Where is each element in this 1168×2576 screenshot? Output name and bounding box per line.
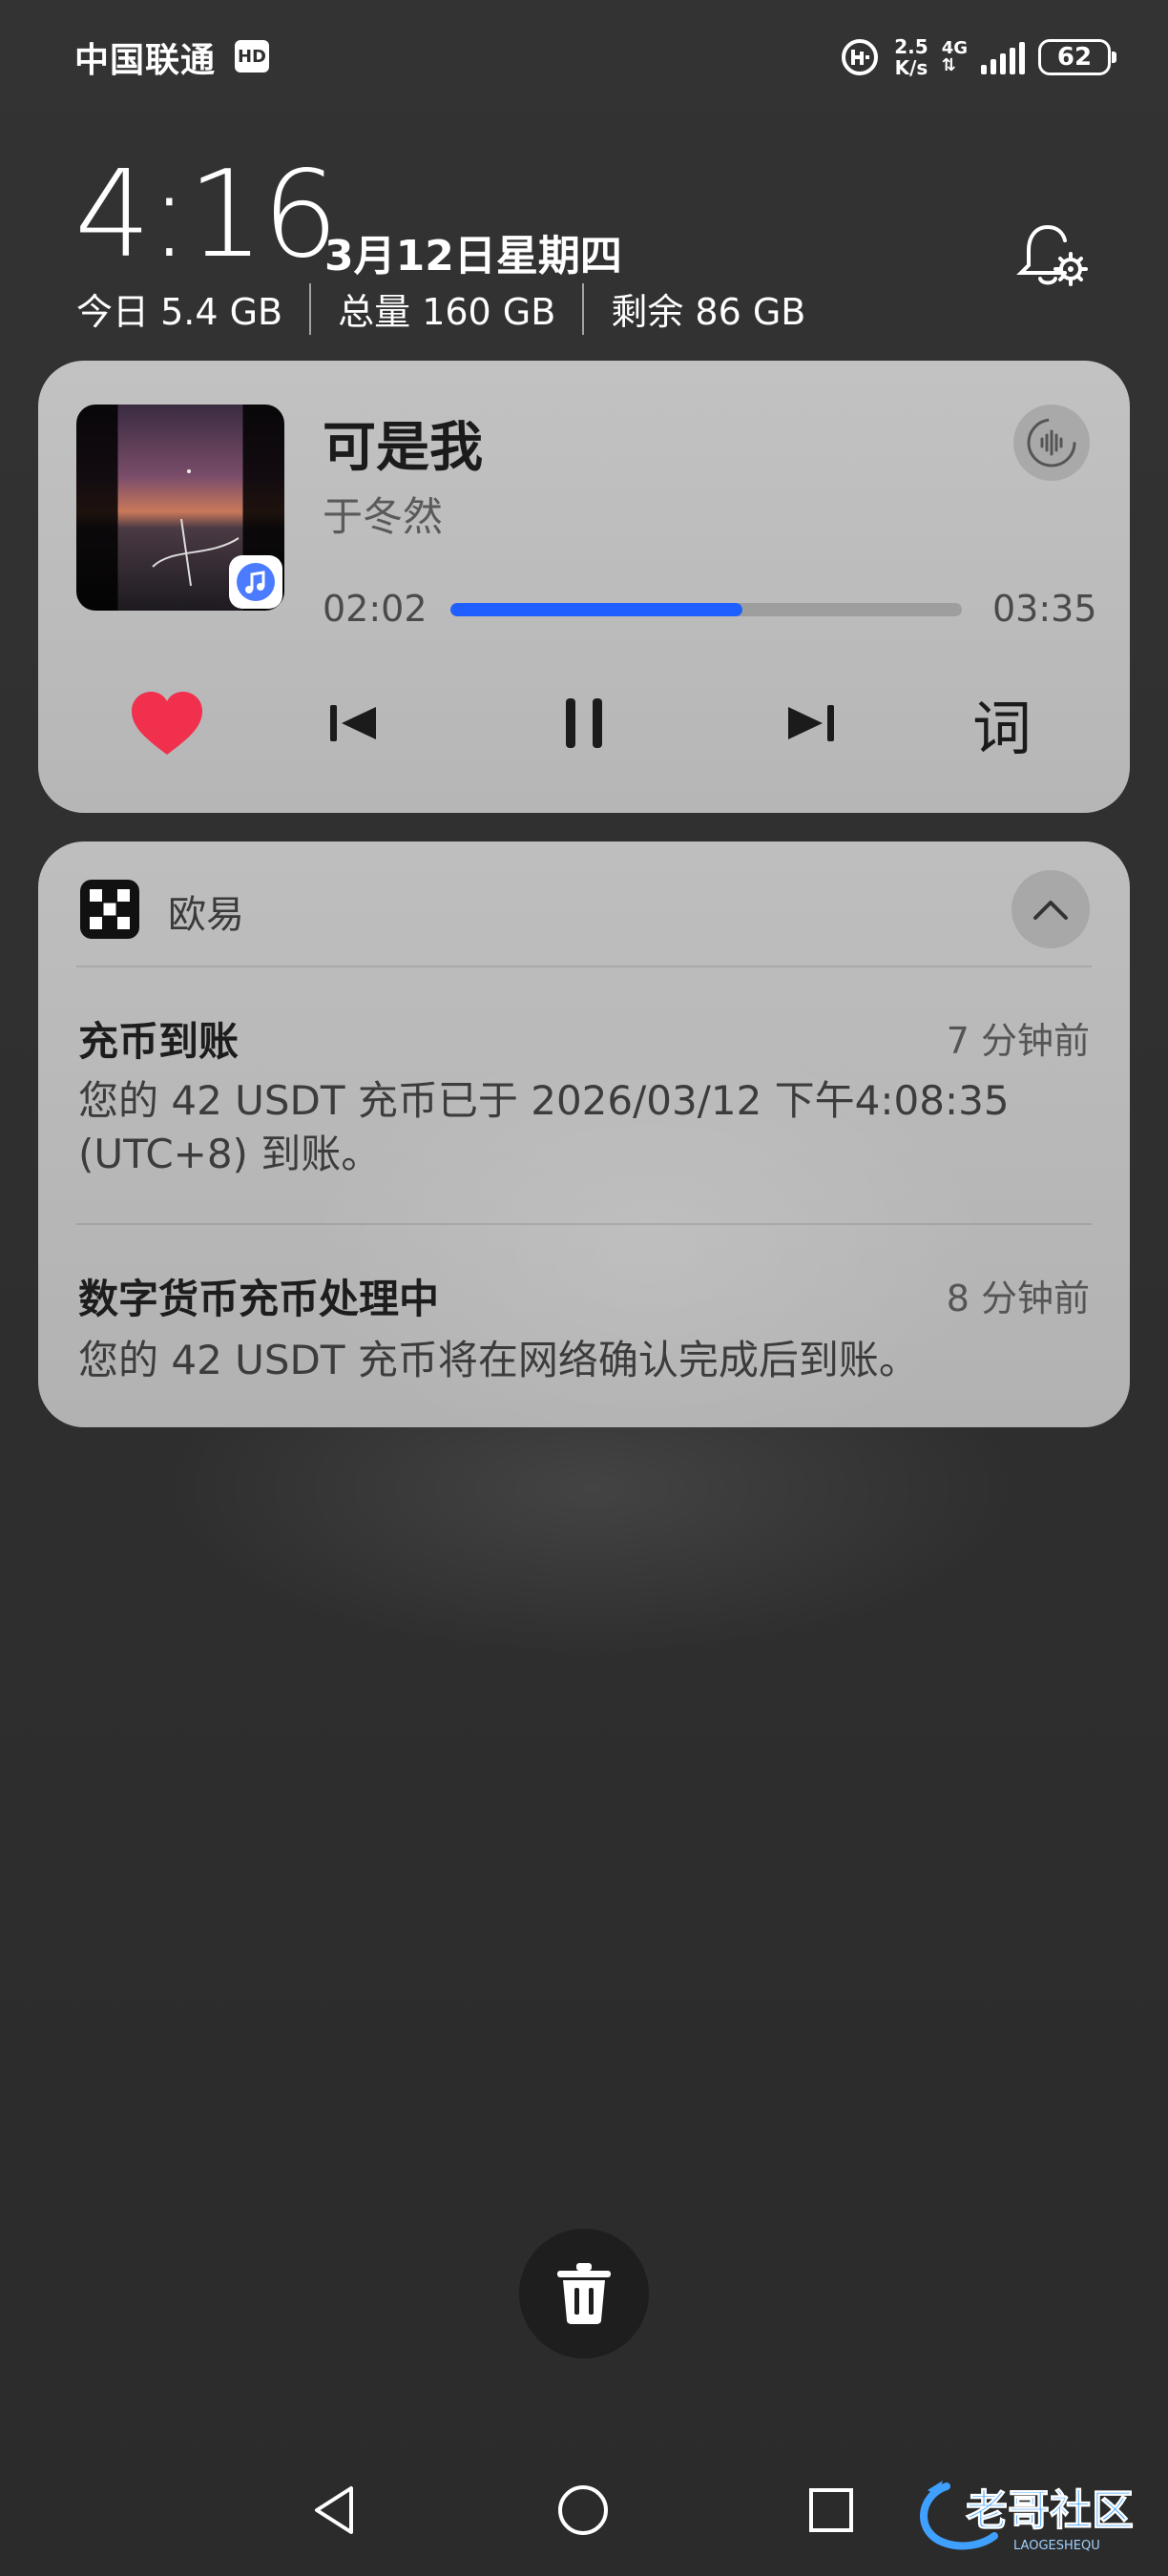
hd-badge: HD: [235, 40, 269, 73]
clock: 4:16: [74, 144, 339, 284]
notification-time: 7 分钟前: [946, 1020, 1090, 1062]
battery-icon: 62: [1038, 39, 1116, 75]
network-type: 4G ⇅: [942, 40, 968, 74]
skip-next-icon: [788, 705, 834, 741]
date: 3月12日星期四: [324, 232, 622, 280]
total-usage: 总量 160 GB: [338, 291, 556, 333]
progress-fill: [450, 603, 742, 616]
next-button[interactable]: [773, 685, 849, 761]
data-arrows-icon: ⇅: [941, 55, 956, 75]
back-nav-button[interactable]: [303, 2477, 370, 2544]
notification-settings-icon[interactable]: [1012, 216, 1092, 296]
watermark-text: 老哥社区: [966, 2486, 1134, 2535]
skip-previous-icon: [330, 705, 376, 741]
audio-wave-icon: [1027, 418, 1076, 467]
heart-icon: [132, 692, 202, 755]
pause-button[interactable]: [544, 685, 624, 761]
carrier-name: 中国联通: [74, 41, 217, 80]
song-artist: 于冬然: [323, 493, 444, 540]
notification-body[interactable]: 您的 42 USDT 充币已于 2026/03/12 下午4:08:35 (UT…: [78, 1074, 1090, 1181]
battery-level: 62: [1056, 43, 1093, 72]
today-usage: 今日 5.4 GB: [76, 291, 283, 333]
home-nav-button[interactable]: [550, 2477, 616, 2544]
notification-title[interactable]: 充币到账: [78, 1009, 239, 1068]
favorite-button[interactable]: [124, 685, 210, 761]
notification-title[interactable]: 数字货币充币处理中: [78, 1267, 439, 1325]
song-title: 可是我: [323, 417, 483, 479]
remaining-usage: 剩余 86 GB: [611, 291, 806, 333]
audio-output-button[interactable]: [1013, 405, 1090, 481]
data-saver-icon: [842, 39, 879, 75]
watermark-logo: 老哥社区 LAOGESHEQU: [908, 2467, 1157, 2559]
collapse-button[interactable]: [1012, 870, 1090, 948]
playback-progress[interactable]: [450, 603, 962, 616]
network-speed: 2.5 K/s: [894, 36, 928, 78]
music-app-icon: [229, 555, 282, 609]
watermark-subtext: LAOGESHEQU: [1013, 2539, 1100, 2553]
recents-nav-button[interactable]: [798, 2477, 865, 2544]
previous-button[interactable]: [315, 685, 391, 761]
notification-app-name: 欧易: [168, 893, 244, 937]
trash-icon: [557, 2263, 611, 2324]
data-usage-bar: 今日 5.4 GB 总量 160 GB 剩余 86 GB: [76, 282, 805, 335]
divider: [76, 966, 1092, 967]
speed-value: 2.5: [894, 35, 928, 58]
divider: [76, 1223, 1092, 1225]
pause-icon: [566, 698, 602, 748]
okx-app-icon: [80, 880, 139, 939]
status-icons: 2.5 K/s 4G ⇅ 62: [839, 29, 1116, 86]
notification-body[interactable]: 您的 42 USDT 充币将在网络确认完成后到账。: [78, 1334, 1090, 1387]
clear-all-button[interactable]: [519, 2229, 649, 2358]
chevron-up-icon: [1033, 901, 1068, 920]
current-time: 02:02: [323, 588, 428, 630]
divider: [309, 282, 312, 335]
notification-time: 8 分钟前: [946, 1278, 1090, 1319]
speed-unit: K/s: [894, 56, 928, 79]
signal-icon: [981, 40, 1025, 74]
divider: [582, 282, 585, 335]
total-time: 03:35: [992, 588, 1097, 630]
lyrics-button[interactable]: 词: [964, 685, 1040, 763]
